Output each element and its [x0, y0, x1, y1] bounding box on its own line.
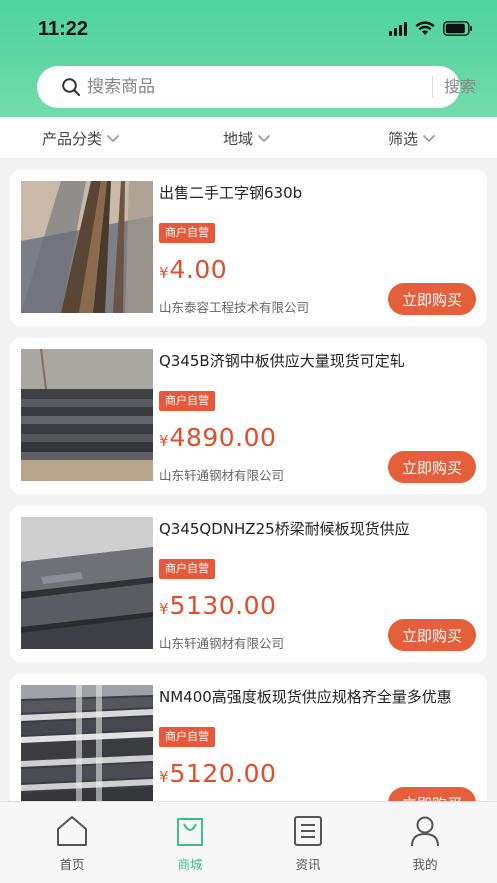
- filter-region[interactable]: 地域: [223, 128, 271, 149]
- buy-now-button[interactable]: 立即购买: [388, 451, 476, 483]
- search-bar[interactable]: 搜索: [37, 66, 476, 108]
- product-card[interactable]: Q345B济钢中板供应大量现货可定轧 商户自营 ¥ 4890.00 山东轩通钢材…: [10, 338, 487, 494]
- product-image[interactable]: [21, 685, 153, 801]
- status-icons: [389, 20, 473, 36]
- tab-home[interactable]: 首页: [32, 814, 112, 873]
- product-price: ¥ 5130.00: [159, 591, 276, 620]
- price-value: 4.00: [169, 255, 228, 284]
- wifi-icon: [415, 20, 435, 36]
- price-value: 5120.00: [169, 759, 277, 788]
- product-title: Q345B济钢中板供应大量现货可定轧: [159, 352, 405, 370]
- search-divider: [432, 76, 433, 98]
- header: 11:22 搜索商品 搜索: [0, 0, 497, 117]
- product-image[interactable]: [21, 181, 153, 313]
- home-icon: [57, 816, 87, 846]
- self-operated-badge: 商户自营: [159, 223, 215, 243]
- chevron-down-icon: [106, 134, 120, 143]
- chevron-down-icon: [257, 134, 271, 143]
- company-name: 山东泰容工程技术有限公司: [159, 300, 310, 315]
- signal-icon: [389, 20, 407, 36]
- product-list[interactable]: 出售二手工字钢630b 商户自营 ¥ 4.00 山东泰容工程技术有限公司 立即购…: [0, 159, 497, 801]
- currency-symbol: ¥: [159, 432, 169, 450]
- tab-mine-label: 我的: [412, 857, 438, 872]
- product-price: ¥ 5120.00: [159, 759, 276, 788]
- shopping-bag-icon: [177, 818, 203, 846]
- company-name: 山东轩通钢材有限公司: [159, 468, 285, 483]
- self-operated-badge: 商户自营: [159, 391, 215, 411]
- filter-region-label: 地域: [223, 130, 254, 148]
- tab-mall[interactable]: 商城: [150, 814, 230, 873]
- filter-bar: 产品分类 地域 筛选: [0, 117, 497, 159]
- bottom-tab-bar: 首页 商城 资讯 我的: [0, 801, 497, 883]
- self-operated-badge: 商户自营: [159, 727, 215, 747]
- product-card[interactable]: Q345QDNHZ25桥梁耐候板现货供应 商户自营 ¥ 5130.00 山东轩通…: [10, 506, 487, 662]
- currency-symbol: ¥: [159, 600, 169, 618]
- product-title: Q345QDNHZ25桥梁耐候板现货供应: [159, 520, 410, 538]
- product-title: 出售二手工字钢630b: [159, 184, 303, 202]
- tab-news-label: 资讯: [295, 857, 321, 872]
- filter-screen-label: 筛选: [388, 130, 419, 148]
- filter-category[interactable]: 产品分类: [42, 128, 120, 149]
- price-value: 5130.00: [169, 591, 277, 620]
- user-icon: [411, 816, 439, 847]
- product-price: ¥ 4890.00: [159, 423, 276, 452]
- status-bar: 11:22: [0, 0, 497, 60]
- filter-screen[interactable]: 筛选: [388, 128, 436, 149]
- company-name: 山东轩通钢材有限公司: [159, 636, 285, 651]
- tab-home-label: 首页: [59, 857, 85, 872]
- product-card[interactable]: NM400高强度板现货供应规格齐全量多优惠 商户自营 ¥ 5120.00 立即购…: [10, 674, 487, 801]
- product-card[interactable]: 出售二手工字钢630b 商户自营 ¥ 4.00 山东泰容工程技术有限公司 立即购…: [10, 170, 487, 326]
- tab-mall-label: 商城: [177, 857, 203, 872]
- product-price: ¥ 4.00: [159, 255, 227, 284]
- price-value: 4890.00: [169, 423, 277, 452]
- search-input[interactable]: [87, 75, 377, 99]
- buy-now-button[interactable]: 立即购买: [388, 283, 476, 315]
- product-image[interactable]: [21, 349, 153, 481]
- buy-now-button[interactable]: 立即购买: [388, 787, 476, 801]
- self-operated-badge: 商户自营: [159, 559, 215, 579]
- tab-mine[interactable]: 我的: [385, 814, 465, 873]
- status-time: 11:22: [38, 18, 89, 40]
- buy-now-button[interactable]: 立即购买: [388, 619, 476, 651]
- tab-news[interactable]: 资讯: [268, 814, 348, 873]
- search-button[interactable]: 搜索: [437, 75, 483, 99]
- currency-symbol: ¥: [159, 768, 169, 786]
- news-icon: [294, 816, 322, 846]
- currency-symbol: ¥: [159, 264, 169, 282]
- filter-category-label: 产品分类: [42, 130, 103, 148]
- search-icon: [62, 78, 81, 97]
- battery-icon: [443, 20, 473, 36]
- product-title: NM400高强度板现货供应规格齐全量多优惠: [159, 688, 452, 706]
- chevron-down-icon: [422, 134, 436, 143]
- product-image[interactable]: [21, 517, 153, 649]
